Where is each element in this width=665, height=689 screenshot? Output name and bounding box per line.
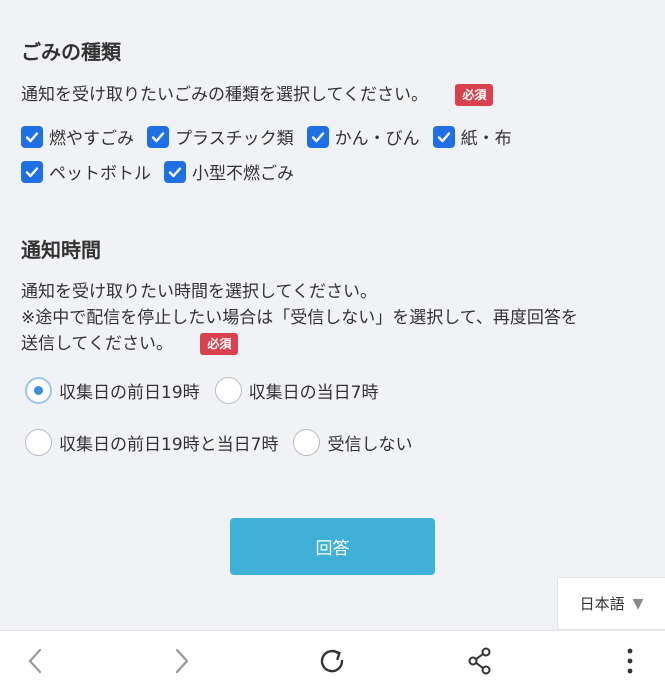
reload-icon[interactable] xyxy=(315,631,349,689)
checkbox-paper-cloth[interactable]: 紙・布 xyxy=(432,124,512,149)
submit-button[interactable]: 回答 xyxy=(230,518,435,575)
radio-unselected-icon[interactable] xyxy=(214,377,242,404)
checkbox-checked-icon[interactable] xyxy=(164,160,186,183)
radio-unselected-icon[interactable] xyxy=(293,429,321,456)
checkbox-checked-icon[interactable] xyxy=(432,125,455,148)
radio-label: 収集日の前日19時 xyxy=(59,383,200,403)
radio-selected-icon[interactable] xyxy=(25,377,52,404)
timing-description-line3: 送信してください。 xyxy=(21,334,173,354)
timing-description-line1: 通知を受け取りたい時間を選択してください。 xyxy=(21,282,377,302)
radio-day-before-19[interactable]: 収集日の前日19時 xyxy=(25,377,200,404)
caret-down-icon: ▼ xyxy=(632,595,644,612)
more-vertical-icon[interactable] xyxy=(620,631,640,689)
garbage-checkbox-row-1: 燃やすごみ プラスチック類 かん・びん 紙・布 xyxy=(21,124,525,149)
checkbox-plastic[interactable]: プラスチック類 xyxy=(147,124,294,149)
timing-description-line3-wrap: 送信してください。 必須 xyxy=(21,331,578,357)
radio-same-day-7[interactable]: 収集日の当日7時 xyxy=(214,377,379,404)
checkbox-checked-icon[interactable] xyxy=(306,125,329,148)
language-label: 日本語 xyxy=(579,595,625,613)
garbage-checkbox-row-2: ペットボトル 小型不燃ごみ xyxy=(21,159,307,184)
checkbox-checked-icon[interactable] xyxy=(21,160,43,183)
chevron-left-icon[interactable] xyxy=(20,631,50,689)
checkbox-pet-bottle[interactable]: ペットボトル xyxy=(21,159,151,184)
checkbox-burnable[interactable]: 燃やすごみ xyxy=(21,124,134,149)
radio-dot xyxy=(34,386,43,395)
radio-unselected-icon[interactable] xyxy=(25,429,52,456)
radio-label: 収集日の当日7時 xyxy=(248,383,379,403)
language-selector[interactable]: 日本語 ▼ xyxy=(557,577,665,630)
checkbox-label: 燃やすごみ xyxy=(49,129,134,149)
notification-time-heading: 通知時間 xyxy=(21,238,101,262)
checkbox-checked-icon[interactable] xyxy=(147,125,169,148)
timing-radio-row-2: 収集日の前日19時と当日7時 受信しない xyxy=(25,429,427,456)
radio-label: 収集日の前日19時と当日7時 xyxy=(59,435,279,455)
chevron-right-icon[interactable] xyxy=(167,631,197,689)
checkbox-label: 紙・布 xyxy=(460,129,512,149)
required-badge: 必須 xyxy=(455,84,494,106)
form-content: ごみの種類 通知を受け取りたいごみの種類を選択してください。 必須 燃やすごみ … xyxy=(0,0,665,630)
garbage-description-text: 通知を受け取りたいごみの種類を選択してください。 xyxy=(21,85,428,105)
radio-label: 受信しない xyxy=(327,435,413,455)
share-icon[interactable] xyxy=(465,631,495,689)
checkbox-label: 小型不燃ごみ xyxy=(192,164,294,184)
checkbox-label: かん・びん xyxy=(334,129,420,149)
checkbox-checked-icon[interactable] xyxy=(21,125,43,148)
checkbox-cans-bottles[interactable]: かん・びん xyxy=(306,124,420,149)
radio-both[interactable]: 収集日の前日19時と当日7時 xyxy=(25,429,278,456)
browser-bottom-bar xyxy=(0,630,665,689)
checkbox-label: プラスチック類 xyxy=(175,129,294,149)
timing-radio-row-1: 収集日の前日19時 収集日の当日7時 xyxy=(25,377,393,404)
checkbox-label: ペットボトル xyxy=(49,164,151,184)
notification-time-description: 通知を受け取りたい時間を選択してください。 ※途中で配信を停止したい場合は「受信… xyxy=(21,279,578,357)
radio-no-notification[interactable]: 受信しない xyxy=(293,429,412,456)
garbage-type-description: 通知を受け取りたいごみの種類を選択してください。 必須 xyxy=(21,82,494,108)
timing-description-line2: ※途中で配信を停止したい場合は「受信しない」を選択して、再度回答を xyxy=(21,308,578,328)
garbage-type-heading: ごみの種類 xyxy=(21,40,121,64)
checkbox-small-nonburnable[interactable]: 小型不燃ごみ xyxy=(164,159,294,184)
required-badge: 必須 xyxy=(200,333,239,355)
